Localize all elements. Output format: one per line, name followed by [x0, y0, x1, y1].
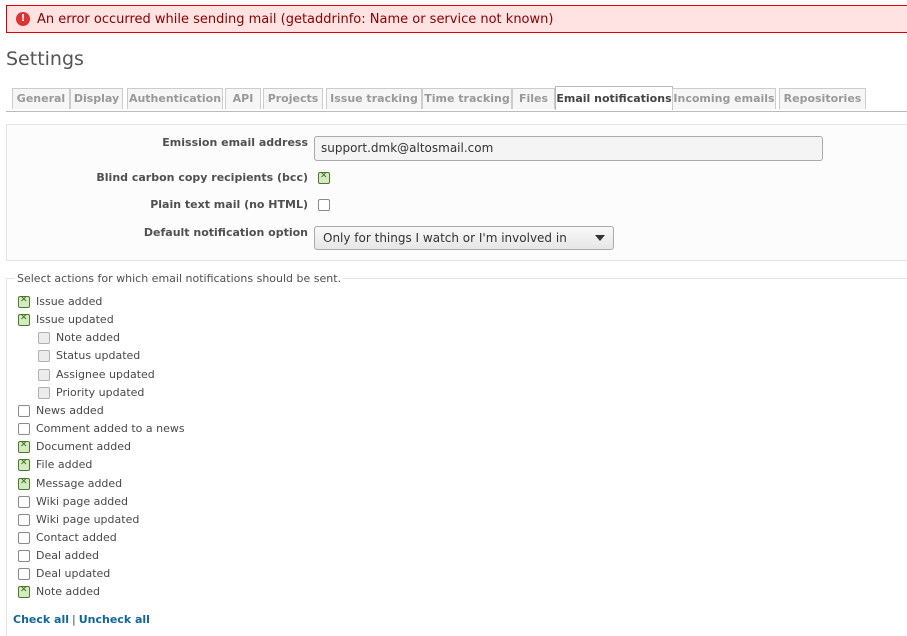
check-all-link[interactable]: Check all	[13, 613, 69, 626]
notification-label: Contact added	[36, 531, 117, 544]
notification-checkbox[interactable]	[38, 332, 50, 344]
bcc-checkbox[interactable]	[318, 171, 330, 184]
notification-checkbox[interactable]	[18, 477, 30, 490]
bcc-label: Blind carbon copy recipients (bcc)	[96, 171, 308, 184]
notification-checkbox[interactable]	[38, 387, 50, 399]
notification-checkbox[interactable]	[18, 532, 30, 544]
notification-checkbox[interactable]	[18, 440, 30, 453]
plain-text-checkbox[interactable]	[318, 199, 330, 211]
notification-label: Note added	[36, 585, 100, 598]
notifications-fieldset	[6, 278, 907, 636]
notification-checkbox[interactable]	[38, 369, 50, 381]
tab-api[interactable]: API	[225, 88, 261, 109]
notification-checkbox[interactable]	[18, 423, 30, 435]
notification-checkbox[interactable]	[18, 496, 30, 508]
default-notification-label: Default notification option	[143, 226, 308, 239]
default-notification-select[interactable]: Only for things I watch or I'm involved …	[314, 226, 614, 250]
tab-authentication[interactable]: Authentication	[127, 88, 223, 109]
page-title: Settings	[6, 48, 84, 70]
notification-label: News added	[36, 404, 104, 417]
notification-label: Comment added to a news	[36, 422, 185, 435]
tab-projects[interactable]: Projects	[263, 88, 323, 109]
notification-label: Wiki page updated	[36, 513, 140, 526]
links-separator: |	[72, 613, 76, 626]
chevron-down-icon	[595, 235, 605, 241]
notification-checkbox[interactable]	[18, 514, 30, 526]
notification-checkbox[interactable]	[18, 295, 30, 308]
emission-email-input[interactable]: support.dmk@altosmail.com	[314, 136, 823, 161]
notification-label: Status updated	[56, 349, 141, 362]
notification-label: Wiki page added	[36, 495, 129, 508]
notification-label: File added	[36, 458, 93, 471]
notification-checkbox[interactable]	[18, 550, 30, 562]
tab-general[interactable]: General	[12, 88, 70, 109]
notification-checkbox[interactable]	[18, 585, 30, 598]
notification-label: Priority updated	[56, 386, 145, 399]
check-links: Check all | Uncheck all	[13, 613, 150, 626]
tab-issue-tracking[interactable]: Issue tracking	[326, 88, 422, 109]
emission-email-label: Emission email address	[162, 136, 308, 149]
error-flash: ! An error occurred while sending mail (…	[6, 5, 907, 33]
plain-text-label: Plain text mail (no HTML)	[150, 198, 308, 211]
notification-label: Message added	[36, 477, 123, 490]
notification-checkbox[interactable]	[18, 458, 30, 471]
tab-incoming-emails[interactable]: Incoming emails	[672, 88, 776, 109]
tab-files[interactable]: Files	[512, 88, 555, 109]
error-icon: !	[16, 12, 30, 26]
notification-label: Document added	[36, 440, 131, 453]
notification-label: Deal updated	[36, 567, 111, 580]
notification-checkbox[interactable]	[18, 313, 30, 326]
default-notification-value: Only for things I watch or I'm involved …	[323, 231, 567, 245]
error-message: An error occurred while sending mail (ge…	[37, 12, 554, 27]
notification-label: Issue updated	[36, 313, 114, 326]
notification-label: Note added	[56, 331, 120, 344]
settings-tabs: General Display Authentication API Proje…	[6, 84, 907, 112]
tab-time-tracking[interactable]: Time tracking	[422, 88, 512, 109]
tab-repositories[interactable]: Repositories	[779, 88, 866, 109]
notifications-legend: Select actions for which email notificat…	[15, 272, 344, 285]
notification-label: Issue added	[36, 295, 103, 308]
notification-checkbox[interactable]	[18, 405, 30, 417]
uncheck-all-link[interactable]: Uncheck all	[79, 613, 150, 626]
tab-email-notifications[interactable]: Email notifications	[555, 86, 673, 110]
tab-display[interactable]: Display	[70, 88, 123, 109]
notification-checkbox[interactable]	[38, 350, 50, 362]
notification-label: Assignee updated	[56, 368, 155, 381]
notification-label: Deal added	[36, 549, 99, 562]
notification-checkbox[interactable]	[18, 568, 30, 580]
